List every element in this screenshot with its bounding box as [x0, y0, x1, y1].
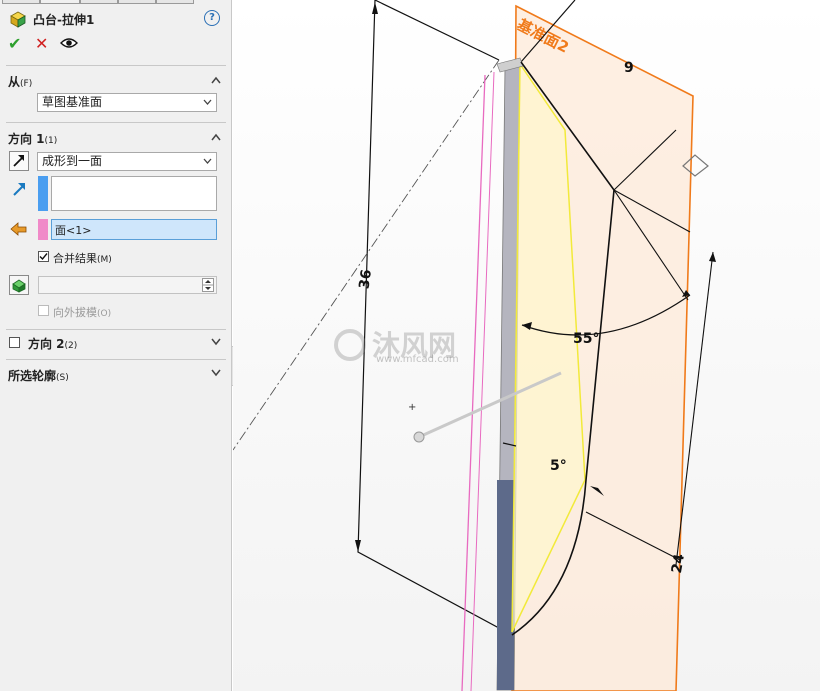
- origin-marker: +: [408, 402, 416, 413]
- watermark-url: www.mfcad.com: [376, 354, 459, 365]
- cancel-button[interactable]: ✕: [35, 34, 48, 53]
- face-color-bar: [38, 219, 48, 240]
- dimension-24[interactable]: 24: [669, 552, 688, 574]
- separator: [6, 65, 226, 66]
- separator: [6, 122, 226, 123]
- help-icon[interactable]: ?: [204, 10, 220, 26]
- face-surface-icon: [10, 222, 27, 236]
- direction-vector-icon: [13, 183, 25, 196]
- tab-property-manager[interactable]: [40, 0, 80, 4]
- reverse-direction-icon[interactable]: [9, 151, 29, 171]
- boss-extrude-icon: [10, 11, 26, 28]
- chevron-down-icon: [203, 99, 212, 105]
- chevron-down-icon: [203, 158, 212, 164]
- dimension-9[interactable]: 9: [624, 60, 634, 76]
- draft-on-off-icon[interactable]: [9, 275, 29, 295]
- panel-tabs[interactable]: [0, 0, 232, 4]
- from-select[interactable]: 草图基准面: [37, 93, 217, 112]
- separator: [6, 359, 226, 360]
- preview-eye-icon[interactable]: [60, 37, 78, 49]
- draft-outward-label: 向外拔模(O): [53, 306, 112, 319]
- dimension-55-deg[interactable]: 55°: [573, 331, 599, 347]
- merge-result-checkbox[interactable]: [38, 251, 49, 262]
- chevron-up-icon[interactable]: [211, 133, 221, 141]
- chevron-down-icon[interactable]: [211, 369, 221, 377]
- face-selection-box[interactable]: 面<1>: [51, 219, 217, 240]
- direction1-section-header[interactable]: 方向 1(1): [8, 130, 57, 147]
- dimension-36[interactable]: 36: [357, 268, 376, 290]
- tab-dimxpert-manager[interactable]: [118, 0, 156, 4]
- draft-outward-checkbox[interactable]: [38, 305, 49, 316]
- extrude-side-shadow: [497, 480, 514, 690]
- tab-configuration-manager[interactable]: [80, 0, 118, 4]
- separator: [6, 329, 226, 330]
- direction-color-bar: [38, 176, 48, 211]
- contours-section-header[interactable]: 所选轮廓(S): [8, 367, 69, 384]
- tab-feature-manager[interactable]: [2, 0, 40, 4]
- tab-display-manager[interactable]: [156, 0, 194, 4]
- from-section-header[interactable]: 从(F): [8, 73, 32, 90]
- feature-title-row: 凸台-拉伸1 ?: [8, 10, 224, 28]
- spin-arrows-icon[interactable]: [202, 278, 214, 292]
- ok-button[interactable]: ✔: [8, 34, 21, 53]
- direction-selection-box[interactable]: [51, 176, 217, 211]
- end-condition-select[interactable]: 成形到一面: [37, 152, 217, 171]
- merge-result-label: 合并结果(M): [53, 252, 112, 265]
- draft-angle-input[interactable]: [38, 276, 217, 294]
- chevron-up-icon[interactable]: [211, 76, 221, 84]
- direction2-section-header[interactable]: 方向 2(2): [28, 335, 77, 352]
- graphics-viewport[interactable]: 基准面2 + 36 9 55° 5° 24 沐风网 www.mfcad.com …: [233, 0, 820, 691]
- dimension-5-deg[interactable]: 5°: [550, 458, 567, 474]
- property-manager-panel: 凸台-拉伸1 ? ✔ ✕ 从(F) 草图基准面 方向 1(1) 成形到一面 面<…: [0, 0, 232, 691]
- chevron-down-icon[interactable]: [211, 338, 221, 346]
- drag-handle[interactable]: [413, 431, 425, 443]
- checkmark-icon: [39, 253, 48, 261]
- direction2-checkbox[interactable]: [9, 337, 20, 348]
- face-selection-item[interactable]: 面<1>: [55, 222, 91, 238]
- feature-title: 凸台-拉伸1: [33, 13, 95, 27]
